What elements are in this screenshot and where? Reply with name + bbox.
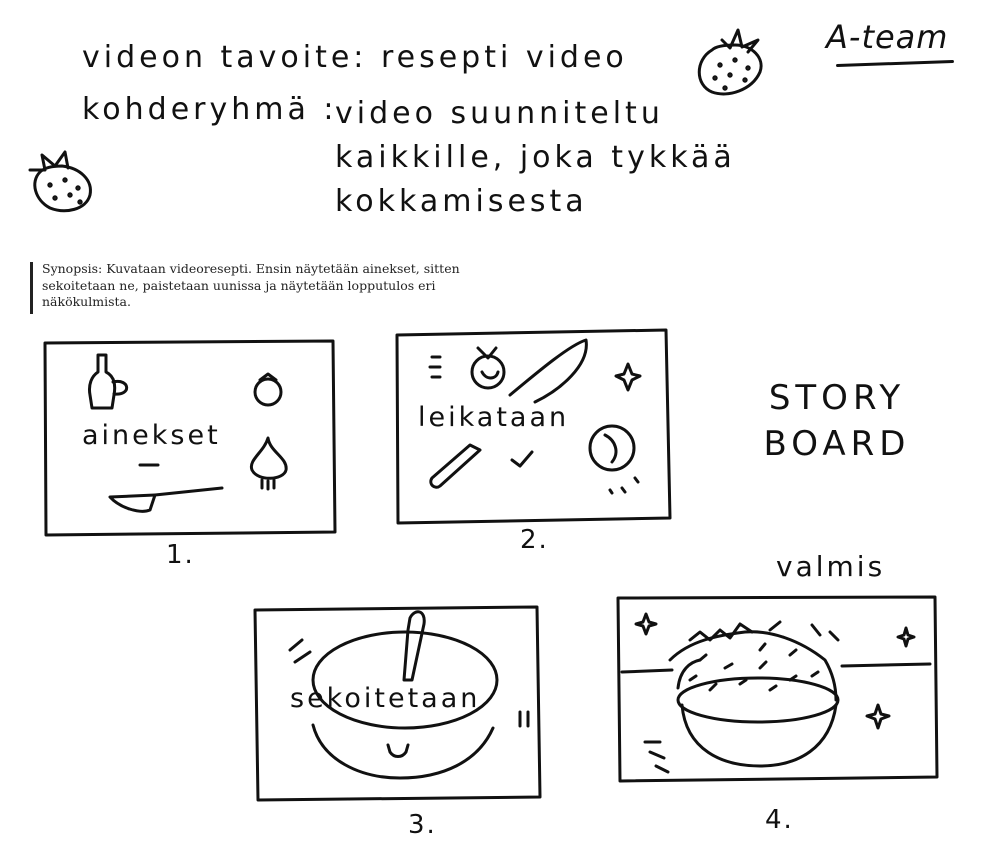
bottle-icon bbox=[88, 353, 129, 410]
knife-icon bbox=[108, 486, 224, 513]
steam-lines bbox=[688, 620, 840, 642]
onion-icon bbox=[470, 346, 506, 390]
frame-2-caption: leikataan bbox=[418, 402, 570, 433]
onion-icon bbox=[588, 424, 640, 495]
strawberry-icon bbox=[697, 28, 763, 96]
sparkle-icon bbox=[865, 703, 891, 730]
sparkle-icon bbox=[634, 612, 658, 636]
check-mark bbox=[510, 450, 534, 468]
spoon-icon bbox=[402, 610, 426, 682]
frame-4-caption: valmis bbox=[776, 550, 886, 583]
tomato-icon bbox=[253, 372, 283, 407]
motion-lines bbox=[643, 740, 670, 774]
frame-3-number: 3. bbox=[408, 810, 437, 840]
frame-1-caption: ainekset bbox=[82, 420, 221, 451]
frame-4-number: 4. bbox=[765, 805, 794, 835]
onion-icon bbox=[249, 436, 288, 491]
table-line bbox=[620, 662, 932, 674]
frame-3-caption: sekoitetaan bbox=[290, 683, 481, 714]
sparkle-icon bbox=[896, 626, 916, 648]
motion-lines bbox=[518, 710, 530, 728]
sparkle-icon bbox=[614, 362, 642, 392]
bowl-icon bbox=[668, 630, 840, 768]
motion-lines bbox=[428, 355, 442, 379]
frame-2-number: 2. bbox=[520, 525, 549, 555]
strawberry-icon bbox=[28, 150, 92, 213]
frame-1-number: 1. bbox=[166, 540, 195, 570]
motion-lines bbox=[288, 638, 312, 664]
